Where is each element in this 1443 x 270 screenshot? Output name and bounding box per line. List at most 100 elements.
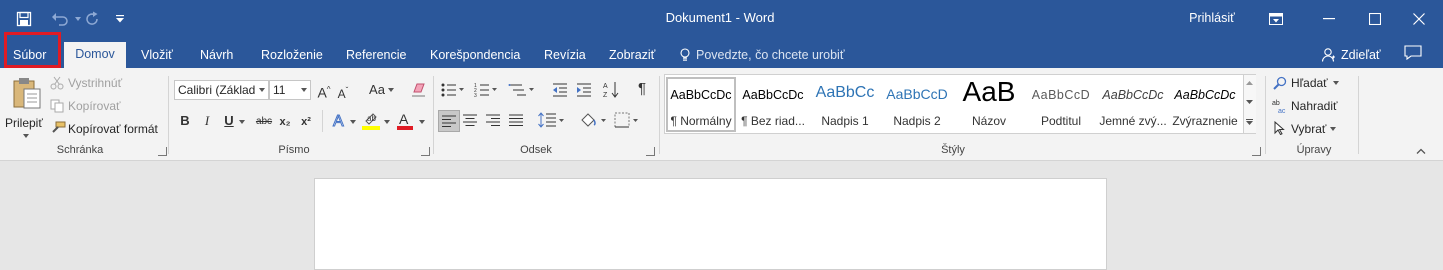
style-tile-heading1[interactable]: AaBbCc Nadpis 1 [809,78,881,132]
clear-formatting-icon[interactable] [411,82,427,98]
italic-button[interactable]: I [201,113,213,129]
multilevel-list-icon[interactable] [508,82,536,98]
group-divider [659,76,660,154]
styles-scroll-down-icon[interactable] [1246,100,1253,104]
styles-more-icon[interactable] [1246,119,1253,125]
font-color-dropdown-icon[interactable] [419,120,425,124]
signin-link[interactable]: Prihlásiť [1172,11,1252,25]
decrease-indent-icon[interactable] [552,82,568,98]
text-effects-dropdown-icon[interactable] [350,120,356,124]
comments-icon[interactable] [1404,45,1422,60]
clipboard-launcher-icon[interactable] [158,147,167,156]
svg-text:ab: ab [367,114,376,123]
style-tile-no-spacing[interactable]: AaBbCcDc ¶ Bez riad... [737,78,809,132]
tell-me-placeholder: Povedzte, čo chcete urobiť [696,48,845,62]
align-left-button[interactable] [438,110,460,132]
align-right-icon[interactable] [486,114,500,126]
highlight-dropdown-icon[interactable] [384,120,390,124]
font-color-icon[interactable]: A [396,111,414,130]
font-name-dropdown-icon[interactable] [259,88,265,92]
styles-scroll-up-icon[interactable] [1246,81,1253,85]
minimize-icon[interactable] [1306,0,1352,38]
highlight-color-bar [362,126,380,130]
grow-font-button[interactable]: A^ [317,82,331,101]
tab-references[interactable]: Referencie [338,44,414,68]
show-formatting-button[interactable]: ¶ [636,81,648,97]
cut-button[interactable]: Vystrihnúť [68,76,122,90]
text-effects-icon[interactable]: A [332,112,348,131]
bold-button[interactable]: B [179,113,191,129]
style-sample: AaBbCcDc [670,88,732,102]
align-center-icon[interactable] [463,114,477,126]
clipboard-group-label: Schránka [56,144,104,156]
font-name-combo[interactable]: Calibri (Základ [174,80,269,100]
lightbulb-icon [680,48,690,62]
style-tile-normal[interactable]: AaBbCcDc ¶ Normálny [665,78,737,132]
style-tile-title[interactable]: AaB Názov [953,76,1025,132]
select-dropdown-icon[interactable] [1330,127,1336,131]
tab-view[interactable]: Zobraziť [601,44,663,68]
title-bar: Dokument1 - Word Prihlásiť [0,0,1443,38]
paste-dropdown-icon[interactable] [23,134,29,138]
highlight-icon[interactable]: ab [362,111,380,130]
format-painter-button[interactable]: Kopírovať formát [68,122,158,136]
styles-launcher-icon[interactable] [1252,147,1261,156]
justify-icon[interactable] [509,114,523,126]
tab-review[interactable]: Revízia [536,44,594,68]
superscript-button[interactable]: x² [299,114,313,130]
file-tab-highlight [4,32,61,68]
collapse-ribbon-icon[interactable] [1416,148,1426,154]
font-launcher-icon[interactable] [421,147,430,156]
increase-indent-icon[interactable] [576,82,592,98]
subscript-button[interactable]: x₂ [278,114,292,130]
shrink-font-button[interactable]: Aˇ [336,83,350,102]
style-tile-emphasis[interactable]: AaBbCcDc Zvýraznenie [1169,78,1241,132]
underline-button[interactable]: U [223,113,235,129]
maximize-icon[interactable] [1352,0,1398,38]
sort-icon[interactable]: AZ [603,80,619,100]
style-tile-subtitle[interactable]: AaBbCcD Podtitul [1025,78,1097,132]
style-tile-heading2[interactable]: AaBbCcD Nadpis 2 [881,78,953,132]
change-case-button[interactable]: Aa [366,82,388,98]
customize-qat-icon[interactable] [112,0,128,38]
share-button[interactable]: Zdieľať [1322,44,1381,66]
pilcrow-label: ¶ [637,80,647,97]
shading-icon[interactable] [579,111,609,129]
redo-icon[interactable] [80,0,104,38]
svg-text:ac: ac [1278,108,1286,114]
tab-layout[interactable]: Rozloženie [253,44,331,68]
change-case-label: Aa [369,82,385,97]
find-button[interactable]: Hľadať [1291,76,1328,90]
group-divider [433,76,434,154]
style-name: Zvýraznenie [1172,114,1238,128]
numbering-icon[interactable]: 123 [474,82,498,98]
tab-design[interactable]: Návrh [192,44,241,68]
font-size-dropdown-icon[interactable] [301,88,307,92]
style-tile-subtle-emphasis[interactable]: AaBbCcDc Jemné zvý... [1097,78,1169,132]
find-icon [1273,76,1287,90]
strikethrough-button[interactable]: abc [254,114,274,130]
tab-mailings[interactable]: Korešpondencia [422,44,528,68]
font-color-bar [397,126,413,130]
line-spacing-icon[interactable] [538,112,566,128]
bullets-icon[interactable] [441,82,465,98]
document-page[interactable] [314,178,1107,270]
select-button[interactable]: Vybrať [1291,122,1326,136]
ribbon-display-icon[interactable] [1262,0,1290,38]
style-sample: AaBbCcDc [742,88,804,102]
underline-dropdown-icon[interactable] [239,120,245,124]
superscript-label: x² [301,116,311,128]
borders-icon[interactable] [614,112,642,128]
find-dropdown-icon[interactable] [1333,81,1339,85]
change-case-dropdown-icon[interactable] [388,88,394,92]
copy-button[interactable]: Kopírovať [68,99,121,113]
tell-me-box[interactable]: Povedzte, čo chcete urobiť [680,44,845,66]
styles-group-label: Štýly [941,144,965,156]
tab-insert[interactable]: Vložiť [133,44,181,68]
style-name: ¶ Bez riad... [741,114,805,128]
paste-button[interactable]: Prilepiť [5,74,46,138]
close-icon[interactable] [1396,0,1442,38]
replace-button[interactable]: Nahradiť [1291,99,1338,113]
tab-home[interactable]: Domov [64,42,126,68]
paragraph-launcher-icon[interactable] [646,147,655,156]
